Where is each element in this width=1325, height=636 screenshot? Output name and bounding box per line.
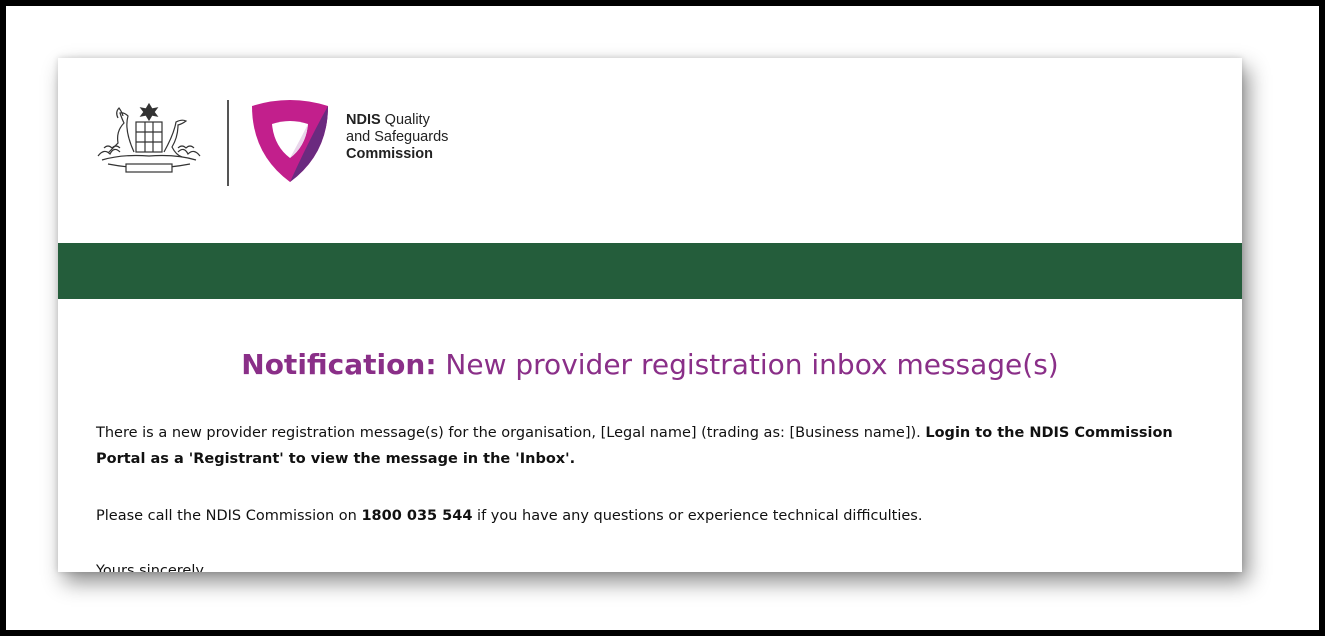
brand-line1-bold: NDIS [346, 112, 381, 128]
logo-divider [227, 100, 229, 186]
message-paragraph-1: There is a new provider registration mes… [96, 420, 1206, 472]
brand-line2: and Safeguards [346, 129, 449, 145]
coat-of-arms-logo [97, 102, 201, 173]
p1-text: There is a new provider registration mes… [96, 425, 926, 441]
screenshot-frame: NDIS Quality and Safeguards Commission N… [0, 0, 1325, 636]
header-banner [58, 243, 1242, 299]
ndis-shield-logo [252, 100, 328, 182]
title-text: New provider registration inbox message(… [436, 348, 1059, 381]
brand-line3: Commission [346, 146, 434, 162]
p2-post: if you have any questions or experience … [472, 508, 923, 524]
brand-name: NDIS Quality and Safeguards Commission [346, 112, 448, 163]
email-header: NDIS Quality and Safeguards Commission [58, 58, 1242, 243]
email-preview: NDIS Quality and Safeguards Commission N… [58, 58, 1242, 572]
phone-number: 1800 035 544 [361, 508, 473, 524]
brand-line1-rest: Quality [380, 112, 430, 128]
title-label: Notification: [241, 348, 437, 381]
message-sign-off: Yours sincerely, [96, 563, 209, 572]
p2-pre: Please call the NDIS Commission on [96, 508, 362, 524]
notification-title: Notification: New provider registration … [58, 348, 1242, 381]
message-paragraph-2: Please call the NDIS Commission on 1800 … [96, 503, 1206, 529]
